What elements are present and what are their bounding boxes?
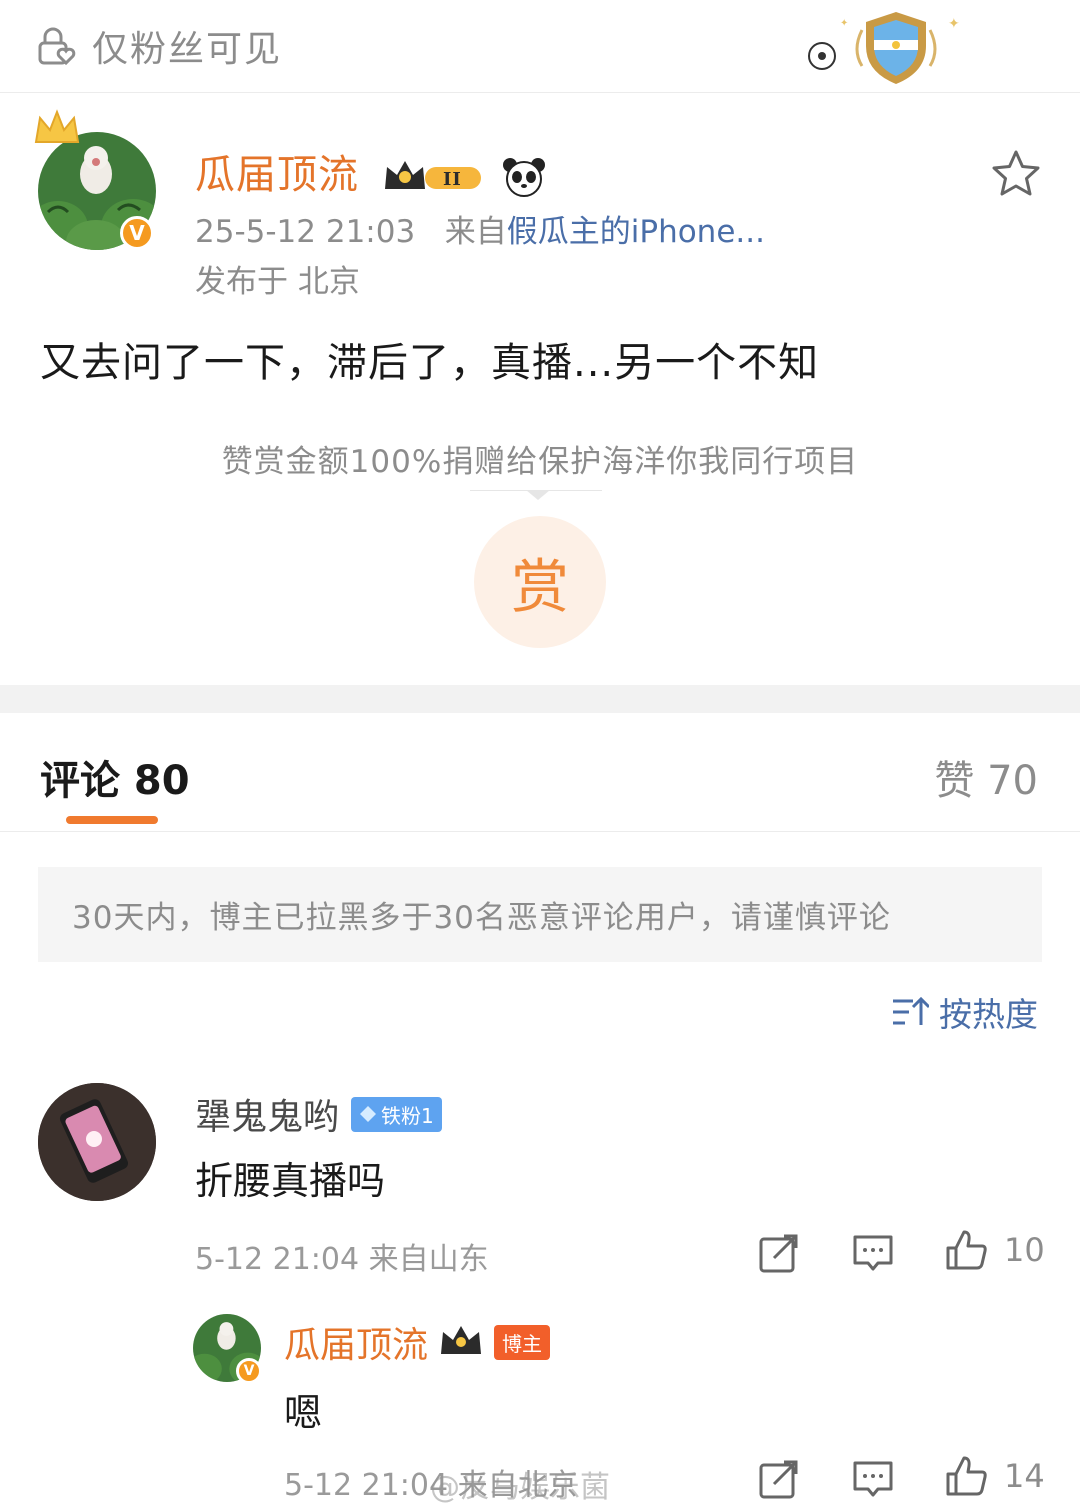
- svg-text:✦: ✦: [948, 16, 960, 32]
- reply-icon[interactable]: [852, 1232, 894, 1274]
- reward-button[interactable]: 赏: [474, 516, 606, 648]
- sort-label[interactable]: 按热度: [939, 988, 1038, 1036]
- vip-crown-badge-icon: II: [384, 161, 481, 190]
- tab-likes[interactable]: 赞 70: [934, 748, 1038, 806]
- reward-note: 赞赏金额100%捐赠给保护海洋你我同行项目: [221, 444, 859, 480]
- reply-text: 嗯: [284, 1391, 323, 1435]
- comment-notice-text: 30天内，博主已拉黑多于30名恶意评论用户，请谨慎评论: [72, 900, 891, 936]
- fan-level-badge: 铁粉1: [351, 1096, 442, 1132]
- like-count: 10: [1004, 1231, 1045, 1269]
- commenter-avatar[interactable]: [38, 1083, 156, 1201]
- diamond-icon: [360, 1106, 377, 1122]
- like-button[interactable]: 10: [944, 1228, 1045, 1272]
- sort-icon: [893, 996, 929, 1025]
- share-icon[interactable]: [758, 1232, 800, 1274]
- comment-meta: 5-12 21:04 来自山东: [195, 1242, 489, 1277]
- reply-verified-badge: V: [236, 1358, 262, 1384]
- watermark-text: @反马娱乐菌: [430, 1470, 610, 1505]
- post-location: 发布于 北京: [195, 264, 360, 300]
- verified-badge: V: [120, 216, 154, 250]
- crown-icon: [34, 109, 80, 143]
- reply-like-button[interactable]: 14: [944, 1454, 1045, 1498]
- shield-badge-icon: ✦ ✦: [808, 12, 960, 84]
- tab-comments[interactable]: 评论 80: [40, 748, 190, 806]
- source-prefix: 来自: [444, 214, 507, 250]
- favorite-star-icon[interactable]: [990, 148, 1042, 200]
- weibo-watermark: @反马娱乐菌: [430, 1462, 610, 1506]
- thumbs-up-icon: [946, 1230, 987, 1270]
- svg-text:II: II: [443, 169, 462, 190]
- svg-text:✦: ✦: [840, 18, 848, 29]
- commenter-avatar-image: [38, 1083, 156, 1201]
- tabs-divider: [0, 831, 1080, 832]
- argentina-shield-badge[interactable]: ✦ ✦: [800, 6, 960, 90]
- post-source-link[interactable]: 假瓜主的iPhone...: [507, 214, 765, 250]
- active-tab-indicator: [66, 816, 158, 824]
- reply-author-row: 瓜届顶流 博主: [284, 1316, 551, 1368]
- privacy-label: 仅粉丝可见: [92, 29, 283, 70]
- comment-text: 折腰真播吗: [195, 1159, 386, 1203]
- sort-button[interactable]: 按热度: [891, 988, 1038, 1036]
- comment-notice: 30天内，博主已拉黑多于30名恶意评论用户，请谨慎评论: [38, 867, 1042, 962]
- fan-level-text: 铁粉1: [381, 1103, 434, 1128]
- post-meta: 25-5-12 21:03 来自假瓜主的iPhone...: [195, 206, 765, 251]
- blogger-badge: 博主: [494, 1324, 551, 1360]
- reply-crown-icon: [441, 1326, 482, 1354]
- post-time: 25-5-12 21:03: [195, 214, 416, 250]
- author-name[interactable]: 瓜届顶流 II: [195, 142, 546, 200]
- reply-share-icon[interactable]: [758, 1458, 800, 1500]
- post-body: 又去问了一下，滞后了，真播...另一个不知: [40, 340, 820, 386]
- author-name-text[interactable]: 瓜届顶流: [195, 152, 359, 198]
- reward-notch: [526, 490, 550, 500]
- panda-icon: [503, 158, 546, 197]
- privacy-indicator: 仅粉丝可见: [36, 24, 282, 70]
- reply-author-name[interactable]: 瓜届顶流: [284, 1316, 428, 1368]
- section-divider: [0, 685, 1080, 713]
- reply-like-count: 14: [1004, 1457, 1045, 1495]
- commenter-name[interactable]: 犟鬼鬼哟: [195, 1088, 339, 1140]
- reply-thumbs-up-icon: [946, 1456, 987, 1496]
- commenter-name-row: 犟鬼鬼哟 铁粉1: [195, 1088, 442, 1140]
- lock-heart-icon: [38, 27, 76, 66]
- reply-reply-icon[interactable]: [852, 1458, 894, 1500]
